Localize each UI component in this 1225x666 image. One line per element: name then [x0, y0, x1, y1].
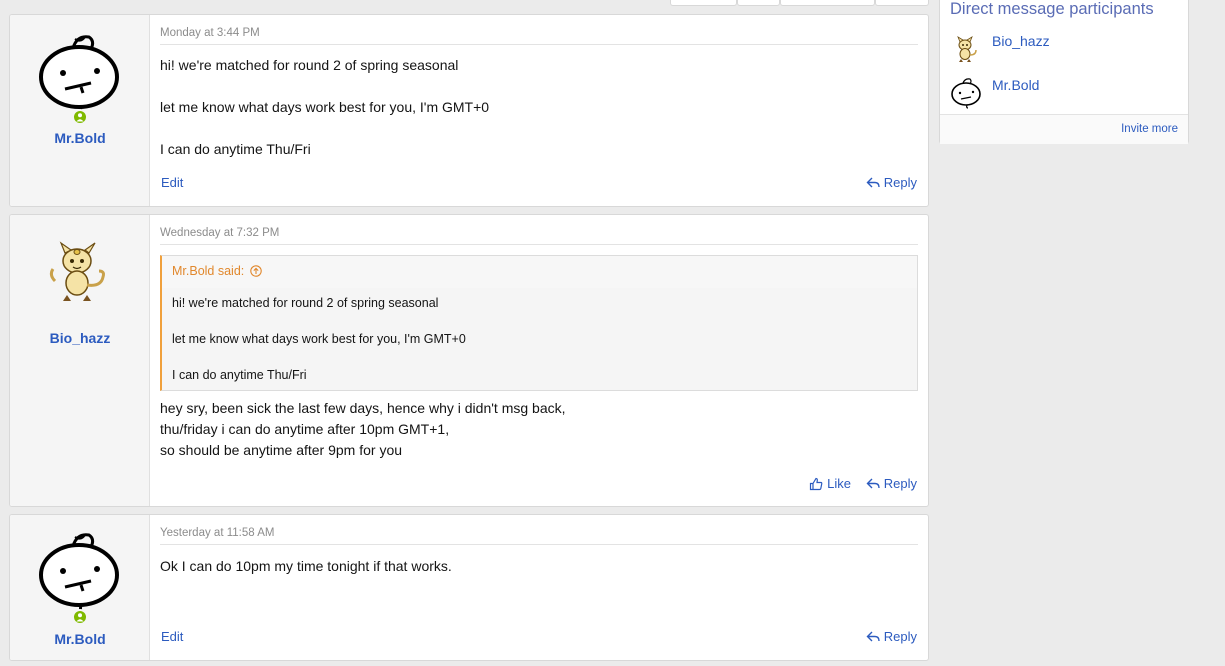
message-user-cell: Mr.Bold: [10, 15, 150, 206]
participants-title: Direct message participants: [950, 0, 1154, 18]
quote-line: let me know what days work best for you,…: [172, 332, 466, 346]
thread-toolbar: [670, 0, 929, 6]
toolbar-tab[interactable]: [875, 0, 929, 6]
quote-block: Mr.Bold said: hi! we're matched for roun…: [160, 255, 918, 391]
quote-body: hi! we're matched for round 2 of spring …: [172, 294, 466, 384]
reply-label: Reply: [883, 629, 917, 644]
invite-more-link[interactable]: Invite more: [1121, 123, 1178, 135]
participant-name[interactable]: Mr.Bold: [992, 77, 1039, 93]
divider: [160, 544, 918, 545]
username-link[interactable]: Bio_hazz: [10, 330, 150, 346]
doodle-face-avatar[interactable]: [950, 77, 982, 109]
reply-label: Reply: [883, 476, 917, 491]
quote-author: Mr.Bold said:: [172, 264, 245, 278]
toolbar-tab[interactable]: [737, 0, 780, 6]
participant-name[interactable]: Bio_hazz: [992, 33, 1050, 49]
arrow-up-circle-icon: [250, 265, 263, 277]
reply-button[interactable]: Reply: [866, 476, 917, 491]
message-date[interactable]: Yesterday at 11:58 AM: [160, 527, 274, 539]
message-line: hey sry, been sick the last few days, he…: [160, 400, 566, 416]
participants-footer: Invite more: [940, 114, 1188, 144]
message-content: Yesterday at 11:58 AM Ok I can do 10pm m…: [150, 515, 928, 660]
participants-panel: Direct message participants Bio_hazz Mr.…: [939, 0, 1189, 144]
quote-author-link[interactable]: Mr.Bold said:: [172, 264, 263, 278]
participant-item[interactable]: Mr.Bold: [950, 77, 1039, 109]
online-status-icon: [72, 609, 88, 625]
reply-icon: [866, 478, 880, 488]
meowth-avatar[interactable]: [950, 33, 982, 65]
message-post: Mr.Bold Yesterday at 11:58 AM Ok I can d…: [9, 514, 929, 661]
message-line: let me know what days work best for you,…: [160, 99, 490, 115]
message-user-cell: Mr.Bold: [10, 515, 150, 660]
thumbs-up-icon: [810, 477, 823, 490]
message-body: Ok I can do 10pm my time tonight if that…: [160, 556, 918, 577]
message-date[interactable]: Monday at 3:44 PM: [160, 27, 260, 39]
message-line: I can do anytime Thu/Fri: [160, 141, 311, 157]
message-content: Wednesday at 7:32 PM Mr.Bold said: hi! w…: [150, 215, 928, 506]
message-line: thu/friday i can do anytime after 10pm G…: [160, 421, 450, 437]
reply-icon: [866, 631, 880, 641]
message-line: so should be anytime after 9pm for you: [160, 442, 403, 458]
message-user-cell: Bio_hazz: [10, 215, 150, 506]
message-body: hi! we're matched for round 2 of spring …: [160, 55, 918, 160]
message-date[interactable]: Wednesday at 7:32 PM: [160, 227, 279, 239]
message-body: hey sry, been sick the last few days, he…: [160, 398, 918, 461]
doodle-face-avatar[interactable]: [37, 529, 121, 613]
message-line: hi! we're matched for round 2 of spring …: [160, 57, 459, 73]
edit-link[interactable]: Edit: [161, 175, 183, 190]
message-line: Ok I can do 10pm my time tonight if that…: [160, 558, 452, 574]
reply-label: Reply: [883, 175, 917, 190]
doodle-face-avatar[interactable]: [37, 31, 121, 115]
reply-button[interactable]: Reply: [866, 629, 917, 644]
toolbar-tab[interactable]: [670, 0, 737, 6]
username-link[interactable]: Mr.Bold: [10, 130, 150, 146]
like-label: Like: [827, 476, 851, 491]
edit-link[interactable]: Edit: [161, 629, 183, 644]
online-status-icon: [72, 109, 88, 125]
message-content: Monday at 3:44 PM hi! we're matched for …: [150, 15, 928, 206]
quote-header: [162, 256, 917, 288]
like-button[interactable]: Like: [809, 476, 851, 491]
toolbar-tab[interactable]: [780, 0, 875, 6]
username-link[interactable]: Mr.Bold: [10, 631, 150, 647]
meowth-avatar[interactable]: [47, 241, 111, 305]
message-post: Bio_hazz Wednesday at 7:32 PM Mr.Bold sa…: [9, 214, 929, 507]
reply-button[interactable]: Reply: [866, 175, 917, 190]
divider: [160, 244, 918, 245]
quote-line: I can do anytime Thu/Fri: [172, 368, 307, 382]
reply-icon: [866, 177, 880, 187]
divider: [160, 44, 918, 45]
message-post: Mr.Bold Monday at 3:44 PM hi! we're matc…: [9, 14, 929, 207]
quote-line: hi! we're matched for round 2 of spring …: [172, 296, 439, 310]
participant-item[interactable]: Bio_hazz: [950, 33, 1050, 65]
